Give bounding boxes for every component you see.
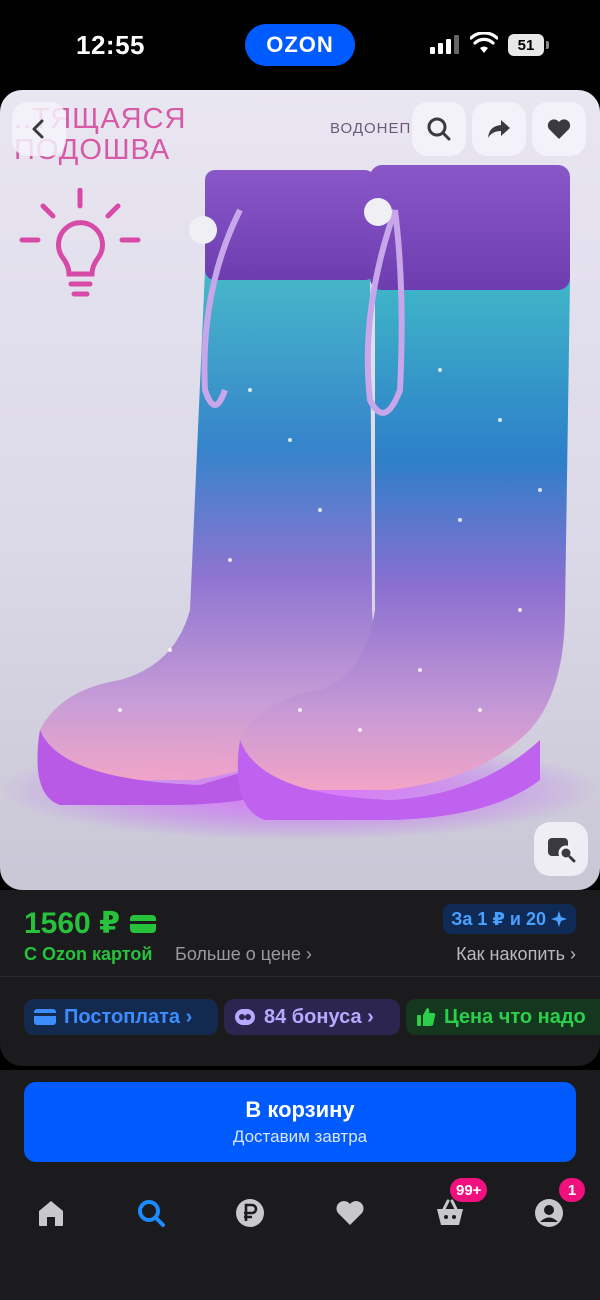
how-to-accumulate-link[interactable]: Как накопить › (456, 944, 576, 965)
status-time: 12:55 (76, 30, 145, 60)
tab-favorites[interactable] (320, 1188, 380, 1238)
cellular-signal-icon (430, 35, 459, 54)
search-icon (138, 1200, 165, 1227)
heart-icon (336, 1201, 364, 1225)
bonus-chip[interactable]: 84 бонуса › (224, 999, 400, 1035)
favorite-button[interactable] (532, 102, 586, 156)
tab-bar: 99+ 1 (0, 1178, 600, 1248)
postpay-chip[interactable]: Постоплата › (24, 999, 218, 1035)
tab-home[interactable] (21, 1188, 81, 1238)
share-icon (488, 120, 510, 138)
more-about-price-link[interactable]: Больше о цене › (175, 944, 312, 965)
bottom-bar: В корзину Доставим завтра 99+ 1 (0, 1070, 600, 1300)
chip-label: 84 бонуса › (264, 1005, 374, 1028)
add-to-cart-label: В корзину (245, 1097, 355, 1122)
points-label: За 1 ₽ и 20 (451, 908, 546, 929)
share-button[interactable] (472, 102, 526, 156)
ozon-card-label: С Ozon картой (24, 944, 153, 964)
similar-search-icon (548, 838, 576, 863)
price-amount: 1560 ₽ (24, 907, 120, 940)
tab-finance[interactable] (220, 1188, 280, 1238)
battery-icon: 51 (508, 34, 550, 56)
back-button[interactable] (12, 102, 66, 156)
product-photo-boots (0, 165, 600, 840)
search-icon (427, 117, 451, 141)
wifi-icon (470, 32, 498, 53)
points-badge[interactable]: За 1 ₽ и 20 (443, 904, 576, 934)
cart-badge: 99+ (450, 1178, 488, 1202)
profile-badge: 1 (559, 1178, 585, 1202)
product-image-gallery[interactable]: ..ТЯЩАЯСЯ ПОДОШВА ВОДОНЕП (0, 90, 600, 890)
chip-label: Постоплата › (64, 1005, 193, 1028)
profile-icon (535, 1199, 563, 1227)
status-bar: 12:55 OZON 51 (0, 0, 600, 90)
chip-label: Цена что надо (444, 1005, 586, 1028)
back-icon (32, 119, 44, 139)
chips-row: Постоплата › 84 бонуса › Цена что надо (0, 976, 600, 1066)
search-button[interactable] (412, 102, 466, 156)
good-price-chip[interactable]: Цена что надо (406, 999, 600, 1035)
delivery-label: Доставим завтра (232, 1127, 368, 1146)
price-block: 1560 ₽ С Ozon картой Больше о цене › За … (0, 890, 600, 976)
battery-level: 51 (508, 34, 544, 56)
tab-search[interactable] (121, 1188, 181, 1238)
sparkle-icon (551, 911, 567, 927)
card-icon (129, 914, 156, 933)
ruble-icon (236, 1199, 264, 1227)
price-with-card[interactable]: 1560 ₽ (24, 906, 156, 941)
heart-icon (547, 119, 571, 139)
bonus-icon (235, 1009, 255, 1025)
card-icon (34, 1009, 56, 1025)
ozon-app-pill[interactable]: OZON (245, 24, 355, 66)
home-icon (39, 1201, 63, 1226)
thumb-up-icon (417, 1008, 436, 1026)
similar-search-button[interactable] (534, 822, 588, 876)
add-to-cart-button[interactable]: В корзину Доставим завтра (24, 1082, 576, 1162)
